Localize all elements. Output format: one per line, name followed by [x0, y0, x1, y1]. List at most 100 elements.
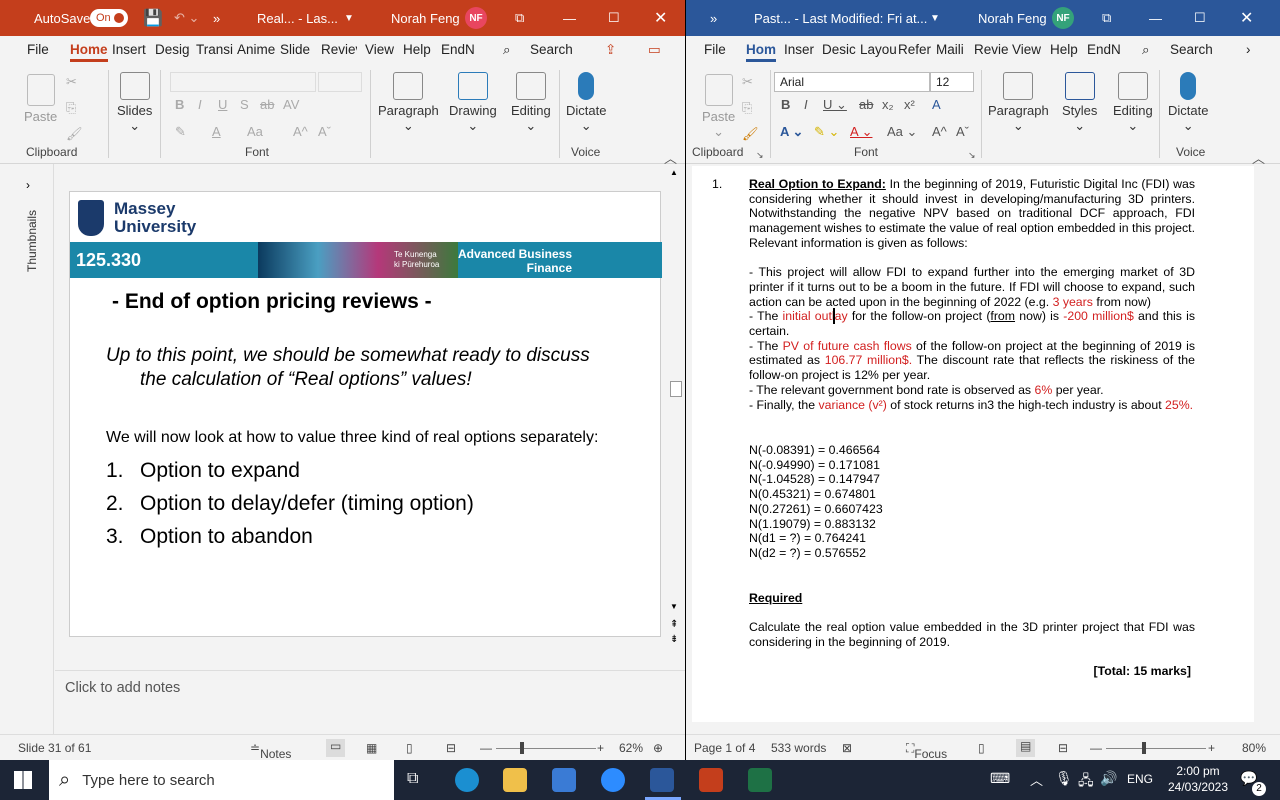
proofing-icon[interactable]: ⊠	[842, 741, 852, 755]
clear-format-icon[interactable]: A	[932, 97, 941, 112]
slide-sorter-icon[interactable]: ▦	[366, 741, 377, 755]
cut-icon[interactable]: ✂	[66, 74, 77, 90]
grow-font-icon[interactable]: A^	[932, 124, 947, 139]
tab-slideshow[interactable]: Slide	[280, 42, 310, 57]
zoom-level[interactable]: 80%	[1242, 741, 1266, 755]
avatar[interactable]: NF	[1052, 7, 1074, 29]
web-layout-icon[interactable]: ⊟	[1058, 741, 1068, 755]
tab-review[interactable]: Reviev	[321, 42, 357, 57]
minimize-icon[interactable]: —	[1149, 0, 1162, 36]
tab-help[interactable]: Help	[403, 42, 431, 57]
maximize-icon[interactable]: ☐	[1194, 0, 1206, 36]
slide-scrollbar[interactable]: ▲ ▼ ⇞ ⇟	[668, 164, 684, 649]
tab-home[interactable]: Hom	[746, 42, 776, 62]
keyboard-icon[interactable]: ⌨	[990, 770, 1010, 787]
zoom-thumb[interactable]	[520, 742, 524, 754]
underline-icon[interactable]: U ⌄	[823, 97, 847, 113]
paragraph-button[interactable]: Paragraph ⌄	[988, 72, 1049, 134]
strikethrough-icon[interactable]: ab	[260, 97, 274, 112]
italic-icon[interactable]: I	[198, 97, 202, 112]
tab-references[interactable]: Refer	[898, 42, 931, 57]
format-painter-icon[interactable]: 🖌	[66, 126, 83, 142]
notes-pane[interactable]: Click to add notes	[55, 670, 685, 735]
close-icon[interactable]: ✕	[1240, 0, 1253, 36]
read-mode-icon[interactable]: ▯	[978, 741, 985, 755]
ppt-doc-title[interactable]: Real... - Las...	[257, 0, 338, 36]
fit-slide-icon[interactable]: ⊕	[653, 741, 663, 755]
notes-button[interactable]: ≐ Notes	[250, 741, 291, 760]
tab-home[interactable]: Home	[70, 42, 108, 62]
scroll-thumb[interactable]	[670, 381, 682, 397]
volume-icon[interactable]: 🔊	[1100, 770, 1117, 787]
tab-design[interactable]: Desig	[155, 42, 190, 57]
editing-button[interactable]: Editing ⌄	[1113, 72, 1153, 134]
question-body[interactable]: Real Option to Expand: In the beginning …	[749, 177, 1195, 412]
normal-view-icon[interactable]: ▭	[326, 739, 346, 757]
tab-endnote[interactable]: EndN	[441, 42, 475, 57]
excel-app-icon[interactable]	[748, 768, 772, 792]
italic-icon[interactable]: I	[804, 97, 808, 112]
tab-design[interactable]: Desic	[822, 42, 856, 57]
bold-icon[interactable]: B	[175, 97, 184, 112]
thumbnails-label[interactable]: Thumbnails	[25, 205, 39, 277]
font-color-icon[interactable]: A	[212, 124, 221, 139]
slides-button[interactable]: Slides ⌄	[117, 72, 152, 134]
copy-icon[interactable]: ⎘	[742, 100, 752, 116]
edge-icon[interactable]	[455, 768, 479, 792]
tab-file[interactable]: File	[27, 42, 49, 57]
text-effects-icon[interactable]: A ⌄	[780, 124, 803, 140]
styles-button[interactable]: Styles ⌄	[1062, 72, 1097, 134]
tab-view[interactable]: View	[1012, 42, 1041, 57]
tab-insert[interactable]: Inser	[784, 42, 814, 57]
tab-help[interactable]: Help	[1050, 42, 1078, 57]
prev-slide-icon[interactable]: ⇞	[670, 619, 678, 630]
drawing-button[interactable]: Drawing ⌄	[449, 72, 497, 134]
collapse-ribbon-icon[interactable]: ︿	[1252, 148, 1265, 167]
more-commands-icon[interactable]: »	[710, 0, 717, 36]
search-box[interactable]: Search	[1170, 42, 1213, 57]
powerpoint-app-icon[interactable]	[699, 768, 723, 792]
dictate-button[interactable]: Dictate ⌄	[1168, 72, 1208, 134]
char-spacing-icon[interactable]: AV	[283, 97, 299, 112]
slideshow-icon[interactable]: ⊟	[446, 741, 456, 755]
network-icon[interactable]: 🖧	[1078, 770, 1094, 794]
font-launcher-icon[interactable]: ↘	[968, 150, 976, 161]
paste-button[interactable]: Paste	[24, 74, 57, 124]
change-case-icon[interactable]: Aa	[247, 124, 263, 139]
undo-icon[interactable]: ↶ ⌄	[174, 0, 199, 36]
highlight-icon[interactable]: ✎ ⌄	[814, 124, 839, 140]
editing-button[interactable]: Editing ⌄	[511, 72, 551, 134]
ribbon-scroll-right-icon[interactable]: ›	[1246, 42, 1251, 57]
microphone-tray-icon[interactable]: 🎙	[1055, 770, 1073, 787]
zoom-in-icon[interactable]: +	[597, 741, 604, 755]
tab-view[interactable]: View	[365, 42, 394, 57]
share-icon[interactable]: ⇪	[605, 42, 616, 58]
paragraph-button[interactable]: Paragraph ⌄	[378, 72, 439, 134]
clock[interactable]: 2:00 pm 24/03/2023	[1163, 763, 1233, 795]
ribbon-display-icon[interactable]: ⧉	[1102, 0, 1111, 36]
next-slide-icon[interactable]: ⇟	[670, 634, 678, 645]
print-layout-icon[interactable]: ▤	[1016, 739, 1036, 757]
font-size-box[interactable]: 12	[930, 72, 974, 92]
focus-button[interactable]: ⛶ Focus	[906, 741, 947, 760]
word-app-icon[interactable]	[650, 768, 674, 792]
font-name-box[interactable]: Arial	[774, 72, 930, 92]
tab-mailings[interactable]: Maili	[936, 42, 964, 57]
superscript-icon[interactable]: x²	[904, 97, 915, 112]
zoom-thumb[interactable]	[1142, 742, 1146, 754]
dictate-button[interactable]: Dictate ⌄	[566, 72, 606, 134]
tab-animations[interactable]: Anime	[237, 42, 275, 57]
expand-thumbnails-icon[interactable]: ›	[26, 178, 30, 192]
chevron-up-icon[interactable]: ︿	[1030, 770, 1043, 789]
zoom-out-icon[interactable]: —	[480, 741, 492, 755]
search-icon[interactable]: ⌕	[1142, 42, 1150, 58]
tab-insert[interactable]: Insert	[112, 42, 146, 57]
minimize-icon[interactable]: —	[563, 0, 576, 36]
zoom-out-icon[interactable]: —	[1090, 741, 1102, 755]
tab-endnote[interactable]: EndN	[1087, 42, 1121, 57]
font-color-icon[interactable]: A ⌄	[850, 124, 872, 140]
notes-placeholder[interactable]: Click to add notes	[65, 680, 180, 696]
language-indicator[interactable]: ENG	[1127, 772, 1153, 786]
tab-layout[interactable]: Layou	[860, 42, 897, 57]
taskbar-search-box[interactable]: ⌕ Type here to search	[49, 760, 394, 800]
